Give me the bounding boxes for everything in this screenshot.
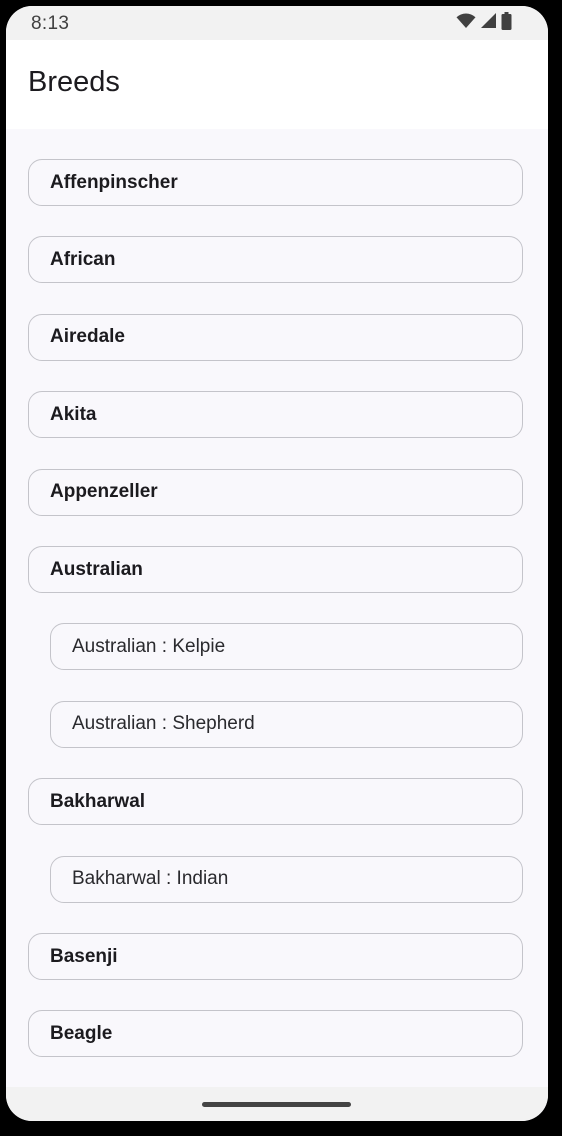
battery-icon: [501, 11, 512, 35]
list-item-label: Beagle: [50, 1022, 113, 1044]
list-item-label: Appenzeller: [50, 481, 158, 503]
list-item-label: Basenji: [50, 945, 118, 967]
breed-list[interactable]: Affenpinscher African Airedale Akita Appenze…: [6, 129, 548, 1087]
breed-list-item[interactable]: Affenpinscher: [28, 159, 523, 206]
list-item-label: African: [50, 248, 116, 270]
wifi-icon: [456, 12, 476, 34]
gesture-handle[interactable]: [202, 1102, 351, 1107]
breed-list-item[interactable]: Appenzeller: [28, 468, 523, 516]
breed-list-item[interactable]: Airedale: [28, 313, 523, 361]
breed-list-item[interactable]: Basenji: [28, 933, 523, 980]
page-title: Breeds: [28, 66, 120, 98]
list-item-label: Akita: [50, 403, 97, 425]
breed-list-item[interactable]: Bakharwal: [28, 778, 523, 826]
list-item-label: Bakharwal : Indian: [72, 868, 229, 890]
sub-breed-list-item[interactable]: Bakharwal : Indian: [50, 855, 523, 903]
list-item-label: Affenpinscher: [50, 171, 178, 193]
status-time: 8:13: [31, 13, 70, 34]
list-item-label: Australian: [50, 558, 143, 580]
breed-list-item[interactable]: Beagle: [28, 1010, 523, 1058]
status-icons: [456, 11, 512, 35]
navigation-bar: [6, 1087, 548, 1121]
sub-breed-list-item[interactable]: Australian : Shepherd: [50, 700, 523, 748]
list-item-label: Airedale: [50, 326, 125, 348]
breed-list-item[interactable]: Akita: [28, 391, 523, 439]
status-bar: 8:13: [6, 6, 548, 40]
phone-screen: 8:13 Breeds Affenpinscher African Aireda…: [6, 6, 548, 1121]
list-item-label: Bakharwal: [50, 790, 146, 812]
sub-breed-list-item[interactable]: Australian : Kelpie: [50, 623, 523, 671]
breed-list-item[interactable]: Australian: [28, 546, 523, 593]
top-app-bar: Breeds: [6, 40, 548, 129]
cellular-signal-icon: [480, 12, 497, 34]
list-item-label: Australian : Kelpie: [72, 635, 226, 657]
breed-list-item[interactable]: African: [28, 236, 523, 284]
list-item-label: Australian : Shepherd: [72, 713, 255, 735]
